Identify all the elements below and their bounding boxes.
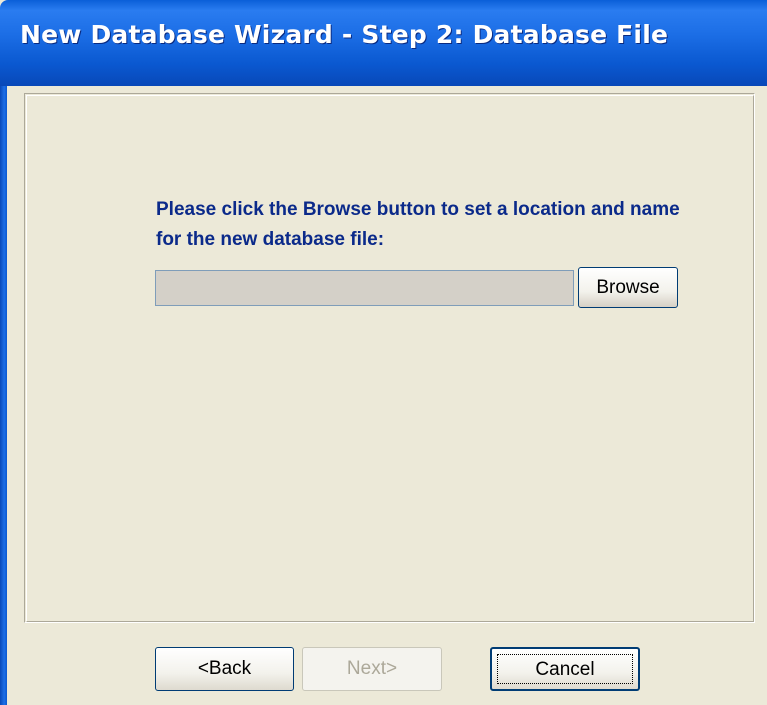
back-button-label: <Back <box>197 658 252 679</box>
cancel-button[interactable]: Cancel <box>490 647 640 691</box>
database-file-path-field[interactable] <box>155 270 574 306</box>
wizard-window: New Database Wizard - Step 2: Database F… <box>0 0 767 705</box>
instruction-text: Please click the Browse button to set a … <box>156 199 680 250</box>
next-button[interactable]: Next> <box>302 647 442 691</box>
cancel-button-label: Cancel <box>535 659 595 680</box>
window-title: New Database Wizard - Step 2: Database F… <box>20 20 669 49</box>
browse-button[interactable]: Browse <box>578 267 678 308</box>
back-button[interactable]: <Back <box>155 647 294 691</box>
title-bar[interactable]: New Database Wizard - Step 2: Database F… <box>0 0 767 86</box>
next-button-label: Next> <box>346 658 398 679</box>
window-frame-left <box>0 86 7 705</box>
content-panel-bevel <box>26 95 754 622</box>
content-panel <box>24 93 755 623</box>
browse-button-label: Browse <box>596 277 660 298</box>
